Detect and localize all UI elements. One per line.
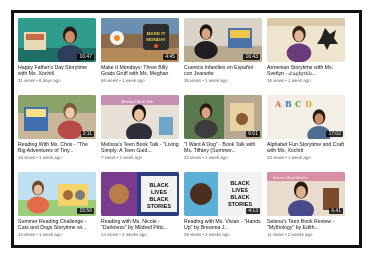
video-card[interactable]: Selena's Book Review 6:41 Selena's Teen Bo… [267, 172, 345, 245]
video-card[interactable]: BLACK LIVES BLACK STORIES Reading with Ms. N… [101, 172, 179, 245]
video-meta: 36 views • 1 week ago [184, 78, 228, 84]
video-card[interactable]: BLACK LIVES BLACK STORIES 4:13 Reading with M… [184, 172, 262, 245]
svg-text:Selena's Book Review: Selena's Book Review [273, 175, 308, 180]
svg-text:BLACK: BLACK [149, 197, 168, 203]
duration-badge: 17:02 [326, 131, 343, 137]
duration-badge: 2:11 [80, 131, 94, 137]
video-meta: 14 views • 1 week ago [18, 232, 62, 238]
video-thumbnail[interactable] [267, 18, 345, 62]
video-title[interactable]: Armenian Storytime with Ms. Svetlyn - Հա… [267, 65, 345, 77]
svg-text:C: C [295, 99, 301, 109]
duration-badge: 4:13 [246, 208, 260, 214]
video-title[interactable]: Reading With Ms. Chris - "The Big Advent… [18, 142, 96, 154]
video-card[interactable]: A B C D 17:02 Alphabet Fun Storytime and Craf… [267, 95, 345, 168]
duration-badge: 6:41 [329, 208, 343, 214]
video-card[interactable]: 16:43 Cuentos Infantiles en Español con J… [184, 18, 262, 91]
video-card[interactable]: 16:47 Happy Father's Day Storytime with M… [18, 18, 96, 91]
video-thumbnail[interactable]: BLACK LIVES BLACK STORIES 4:13 [184, 172, 262, 216]
svg-text:A: A [274, 99, 282, 109]
svg-text:LIVES: LIVES [151, 190, 167, 196]
svg-text:BLACK: BLACK [230, 181, 249, 187]
svg-text:B: B [285, 99, 292, 109]
thumbnail-image: BLACKLIVESBLACKSTORIES [101, 172, 179, 216]
svg-text:STORIES: STORIES [147, 204, 171, 210]
video-thumbnail[interactable]: 6:01 [184, 95, 262, 139]
thumbnail-image: Melissa's Book Talk [101, 95, 179, 139]
svg-text:BLACK: BLACK [149, 183, 168, 189]
duration-badge: 16:47 [77, 54, 94, 60]
video-title[interactable]: Happy Father's Day Storytime with Ms. Xo… [18, 65, 96, 77]
svg-text:Melissa's Book Talk: Melissa's Book Talk [120, 99, 153, 104]
video-thumbnail[interactable]: MAKE IT MONDAY 4:45 [101, 18, 179, 62]
video-meta: 11 views • 2 weeks ago [267, 232, 313, 238]
video-card[interactable]: MAKE IT MONDAY 4:45 Make It Mondays: Three … [101, 18, 179, 91]
video-title[interactable]: Cuentos Infantiles en Español con Jeanet… [184, 65, 262, 77]
video-card[interactable]: Melissa's Book Talk Melissa's Teen Book T… [101, 95, 179, 168]
video-card[interactable]: 2:11 Reading With Ms. Chris - "The Big Ad… [18, 95, 96, 168]
video-meta: 14 views • 2 weeks ago [101, 232, 147, 238]
video-card[interactable]: 15:56 Summer Reading Challenge - Cats and… [18, 172, 96, 245]
duration-badge: 6:01 [246, 131, 260, 137]
video-title[interactable]: "I Want A Dog" - Book Talk with Ms. Tiff… [184, 142, 262, 154]
svg-text:D: D [305, 99, 312, 109]
video-thumbnail[interactable]: 16:43 [184, 18, 262, 62]
video-meta: 13 views • 1 week ago [18, 155, 62, 161]
video-thumbnail[interactable]: A B C D 17:02 [267, 95, 345, 139]
video-thumbnail[interactable]: 15:56 [18, 172, 96, 216]
video-title[interactable]: Reading with Ms. Vivian - "Hands Up" by … [184, 219, 262, 231]
video-meta: 39 views • 2 weeks ago [184, 232, 230, 238]
video-grid: 16:47 Happy Father's Day Storytime with M… [18, 18, 345, 245]
video-thumbnail[interactable]: Selena's Book Review 6:41 [267, 172, 345, 216]
svg-text:LIVES: LIVES [232, 188, 248, 194]
video-meta: 66 views • 1 week ago [101, 78, 145, 84]
video-title[interactable]: Make It Mondays: Three Billy Goats Gruff… [101, 65, 179, 77]
svg-text:BLACK: BLACK [230, 195, 249, 201]
video-meta: 16 views • 1 week ago [267, 78, 311, 84]
duration-badge: 4:45 [163, 54, 177, 60]
video-card[interactable]: 6:01 "I Want A Dog" - Book Talk with Ms. … [184, 95, 262, 168]
video-meta: 31 views • 6 days ago [18, 78, 61, 84]
video-card[interactable]: Armenian Storytime with Ms. Svetlyn - Հա… [267, 18, 345, 91]
video-title[interactable]: Selena's Teen Book Review - "Mythology" … [267, 219, 345, 231]
video-meta: 33 views • 1 week ago [267, 155, 311, 161]
video-meta: 22 views • 1 week ago [184, 155, 228, 161]
svg-text:MAKE IT: MAKE IT [147, 31, 166, 36]
video-thumbnail[interactable]: Melissa's Book Talk [101, 95, 179, 139]
svg-text:MONDAY: MONDAY [146, 37, 166, 42]
video-title[interactable]: Summer Reading Challenge - Cats and Dogs… [18, 219, 96, 231]
video-thumbnail[interactable]: 2:11 [18, 95, 96, 139]
video-meta: 7 views • 1 week ago [101, 155, 143, 161]
video-thumbnail[interactable]: BLACK LIVES BLACK STORIES [101, 172, 179, 216]
duration-badge: 15:56 [77, 208, 94, 214]
duration-badge: 16:43 [243, 54, 260, 60]
video-title[interactable]: Melissa's Teen Book Talk - "Living Simpl… [101, 142, 179, 154]
video-title[interactable]: Reading with Ms. Nicole - "Darkness" by … [101, 219, 179, 231]
video-thumbnail[interactable]: 16:47 [18, 18, 96, 62]
video-title[interactable]: Alphabet Fun Storytime and Craft with Ms… [267, 142, 345, 154]
thumbnail-image [267, 18, 345, 62]
